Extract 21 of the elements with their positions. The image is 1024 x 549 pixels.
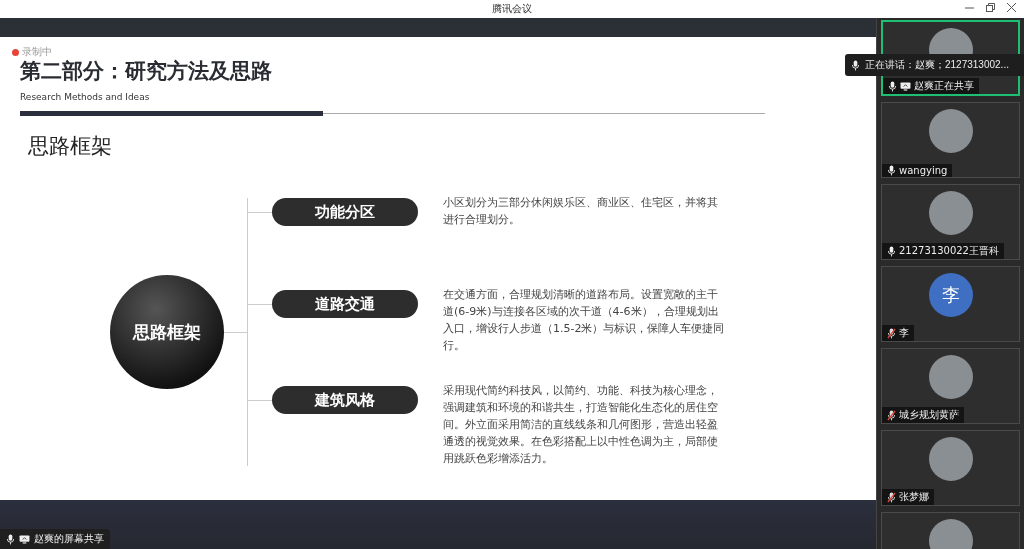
participant-name: 李 — [882, 325, 914, 341]
section-heading: 思路框架 — [28, 133, 113, 160]
branch-description: 采用现代简约科技风，以简约、功能、科技为核心理念，强调建筑和环境的和谐共生，打造智能化生态化的居住空间。外立面采用简洁的直线线条和几何图形，营造出轻盈通透的视觉效果。在色彩搭配上以中性色调为主，局部使用跳跃色彩增添活力。 — [443, 383, 719, 467]
avatar: 李 — [928, 273, 973, 317]
participant-name: wangying — [882, 164, 953, 177]
center-circle: 思路框架 — [110, 275, 224, 389]
slide-title: 第二部分：研究方法及思路 — [20, 58, 272, 84]
slide-subtitle: Research Methods and Ideas — [20, 92, 151, 102]
branch-label: 功能分区 — [272, 198, 418, 226]
recording-label: 录制中 — [22, 45, 52, 59]
speaking-tooltip: 正在讲话：赵爽；2127313002... — [845, 54, 1024, 76]
screen-share-label: 赵爽的屏幕共享 — [0, 529, 110, 549]
branch-label: 建筑风格 — [272, 386, 418, 414]
branch-label: 道路交通 — [272, 290, 418, 318]
participant-name: 张梦娜 — [882, 489, 934, 505]
participant-name: 21273130022王晋科 — [882, 243, 1004, 259]
window-title: 腾讯会议 — [492, 2, 532, 16]
participant-name: 赵爽正在共享 — [883, 78, 979, 94]
branch-description: 在交通方面，合理规划清晰的道路布局。设置宽敞的主干道(6-9米)与连接各区域的次干道（4-6米），合理规划出入口，增设行人步道（1.5-2米）与标识，保障人车便捷同行。 — [443, 287, 725, 354]
participant-name: 城乡规划黄萨 — [882, 407, 964, 423]
branch-description: 小区划分为三部分休闲娱乐区、商业区、住宅区，并将其进行合理划分。 — [443, 195, 719, 228]
